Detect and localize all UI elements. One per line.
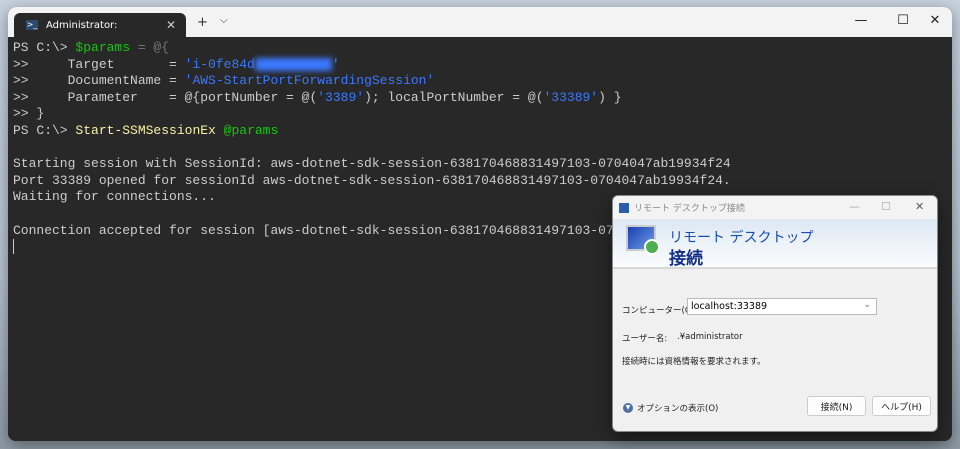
- new-tab-button[interactable]: +: [197, 15, 208, 30]
- chevron-down-icon[interactable]: ⌄: [863, 300, 871, 310]
- code: >> DocumentName =: [13, 73, 185, 89]
- minimize-icon[interactable]: —: [846, 13, 876, 28]
- username-value: .¥administrator: [677, 332, 743, 342]
- dialog-titlebar: リモート デスクトップ接続 — ☐ ✕: [613, 196, 937, 219]
- help-button[interactable]: ヘルプ(H): [872, 396, 931, 416]
- close-icon[interactable]: ✕: [915, 200, 924, 213]
- rdp-icon: [619, 202, 629, 213]
- string: ': [331, 56, 340, 72]
- code: ); localPortNumber = @(: [364, 89, 544, 105]
- code: >> Target =: [13, 56, 185, 72]
- close-tab-icon[interactable]: ✕: [166, 18, 176, 32]
- prompt: PS C:\>: [13, 122, 76, 138]
- tab-administrator[interactable]: >_ Administrator: ✕: [14, 13, 186, 37]
- string: '3389': [317, 89, 365, 105]
- close-icon[interactable]: ✕: [920, 13, 950, 28]
- dropdown-button[interactable]: ⌵: [220, 15, 228, 26]
- variable: $params: [75, 40, 131, 55]
- string: 'i-0fe84d: [184, 56, 255, 72]
- username-label: ユーザー名:: [622, 334, 668, 344]
- redacted-blur: [254, 57, 332, 71]
- remote-desktop-dialog: リモート デスクトップ接続 — ☐ ✕ リモート デスクトップ 接続 コンピュー…: [612, 195, 938, 432]
- minimize-icon[interactable]: —: [849, 200, 860, 213]
- output-line: Waiting for connections...: [13, 189, 216, 205]
- prompt: PS C:\>: [13, 40, 76, 55]
- dialog-banner: リモート デスクトップ 接続: [613, 219, 937, 269]
- banner-subtitle: 接続: [669, 249, 703, 269]
- code: = @{: [130, 40, 170, 55]
- computer-label: コンピューター(C):: [622, 306, 697, 316]
- computer-value: localhost:33389: [691, 301, 768, 312]
- options-label: オプションの表示(O): [637, 404, 719, 414]
- code: ) }: [598, 89, 622, 105]
- maximize-icon[interactable]: ☐: [888, 13, 918, 28]
- credentials-note: 接続時には資格情報を要求されます。: [622, 357, 766, 367]
- code: >> Parameter = @{portNumber = @(: [13, 89, 318, 105]
- command: Start-SSMSessionEx: [75, 122, 216, 138]
- powershell-icon: >_: [26, 20, 38, 30]
- dialog-title: リモート デスクトップ接続: [634, 204, 745, 214]
- computer-combobox[interactable]: localhost:33389 ⌄: [687, 298, 877, 315]
- string: '33389': [543, 89, 599, 105]
- argument: @params: [223, 122, 279, 138]
- show-options-button[interactable]: ▼ オプションの表示(O): [623, 402, 718, 414]
- text-cursor: [13, 239, 14, 255]
- code: >> }: [13, 106, 45, 122]
- output-line: Starting session with SessionId: aws-dot…: [13, 156, 731, 172]
- connect-button[interactable]: 接続(N): [807, 396, 866, 416]
- tab-bar: >_ Administrator: ✕ + ⌵ — ☐ ✕: [8, 7, 952, 37]
- expand-icon: ▼: [623, 403, 633, 413]
- maximize-icon: ☐: [881, 200, 891, 213]
- tab-title: Administrator:: [46, 19, 118, 31]
- connection-badge-icon: [644, 239, 660, 255]
- string: 'AWS-StartPortForwardingSession': [184, 73, 435, 89]
- output-line: Port 33389 opened for sessionId aws-dotn…: [13, 172, 731, 188]
